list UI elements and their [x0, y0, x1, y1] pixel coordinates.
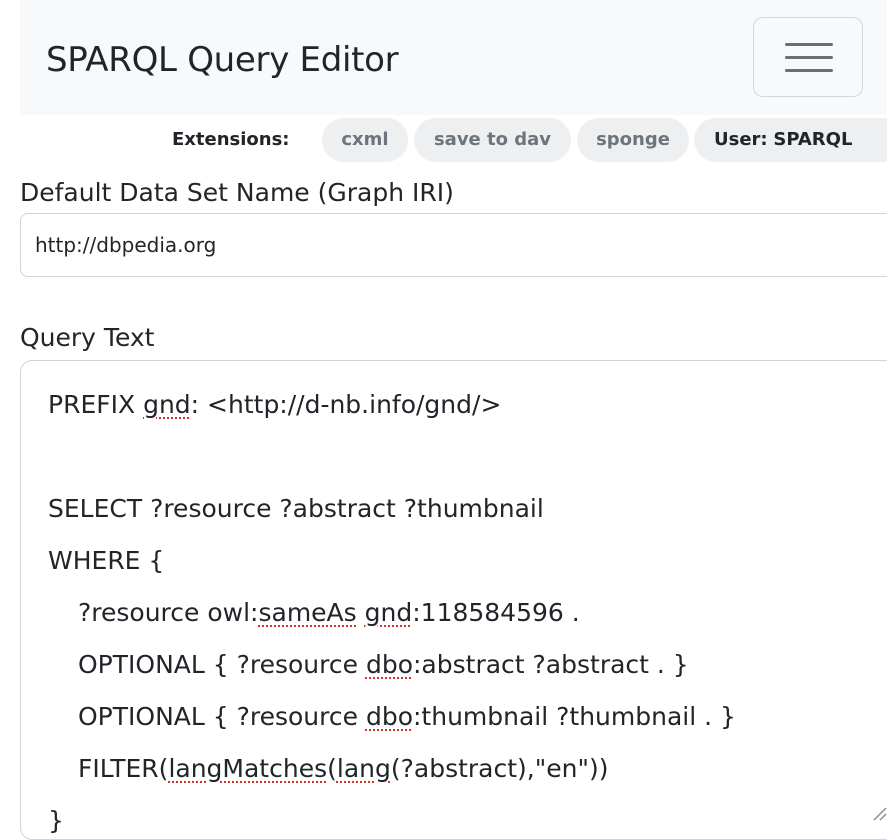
query-line: OPTIONAL { ?resource dbo:thumbnail ?thum… — [48, 691, 887, 743]
query-line-part: OPTIONAL { ?resource — [78, 650, 366, 679]
spellcheck-word: langMatches — [168, 754, 328, 783]
resize-grip-icon[interactable] — [868, 802, 887, 821]
default-graph-input[interactable]: http://dbpedia.org — [20, 213, 887, 277]
spellcheck-word: gnd — [364, 598, 413, 627]
query-line: OPTIONAL { ?resource dbo:abstract ?abstr… — [48, 639, 887, 691]
spellcheck-word: lang — [336, 754, 391, 783]
query-line-part: : <http://d-nb.info/gnd/> — [190, 390, 502, 419]
spellcheck-word: sameAs — [258, 598, 357, 627]
query-line-part: :abstract ?abstract . } — [413, 650, 689, 679]
extensions-label: Extensions: — [172, 129, 290, 150]
user-indicator: User: SPARQL — [694, 118, 887, 162]
navbar-toggle-button[interactable] — [753, 17, 863, 97]
query-line: WHERE { — [48, 546, 165, 575]
extensions-bar: Extensions: cxml save to dav sponge User… — [0, 115, 887, 165]
extension-cxml-link[interactable]: cxml — [322, 118, 408, 162]
query-line: SELECT ?resource ?abstract ?thumbnail — [48, 494, 544, 523]
spellcheck-word: gnd — [143, 390, 191, 419]
query-text-label: Query Text — [20, 323, 155, 352]
extension-sponge-link[interactable]: sponge — [577, 118, 689, 162]
navbar: SPARQL Query Editor — [20, 0, 887, 115]
query-textarea[interactable]: PREFIX gnd: <http://d-nb.info/gnd/> SELE… — [20, 360, 887, 840]
query-line-part: ( — [327, 754, 337, 783]
query-line: FILTER(langMatches(lang(?abstract),"en")… — [48, 743, 887, 795]
query-line — [48, 431, 887, 483]
user-name: SPARQL — [773, 129, 853, 150]
query-line-part: FILTER( — [78, 754, 169, 783]
query-line: } — [48, 806, 64, 835]
query-line: ?resource owl:sameAs gnd:118584596 . — [48, 587, 887, 639]
query-line-part: ?resource owl: — [78, 598, 259, 627]
query-line-part: OPTIONAL { ?resource — [78, 702, 366, 731]
user-label: User: — [714, 129, 768, 150]
query-line-part: PREFIX — [48, 390, 144, 419]
query-line-part: :thumbnail ?thumbnail . } — [413, 702, 736, 731]
query-line-part: :118584596 . — [412, 598, 580, 627]
query-line-part: (?abstract),"en")) — [390, 754, 609, 783]
query-line-part — [357, 598, 365, 627]
query-line: PREFIX gnd: <http://d-nb.info/gnd/> — [48, 379, 887, 431]
extension-save-to-dav-link[interactable]: save to dav — [414, 118, 571, 162]
navbar-brand[interactable]: SPARQL Query Editor — [46, 40, 399, 80]
spellcheck-word: dbo — [365, 650, 413, 679]
default-graph-label: Default Data Set Name (Graph IRI) — [20, 178, 454, 207]
spellcheck-word: dbo — [365, 702, 413, 731]
